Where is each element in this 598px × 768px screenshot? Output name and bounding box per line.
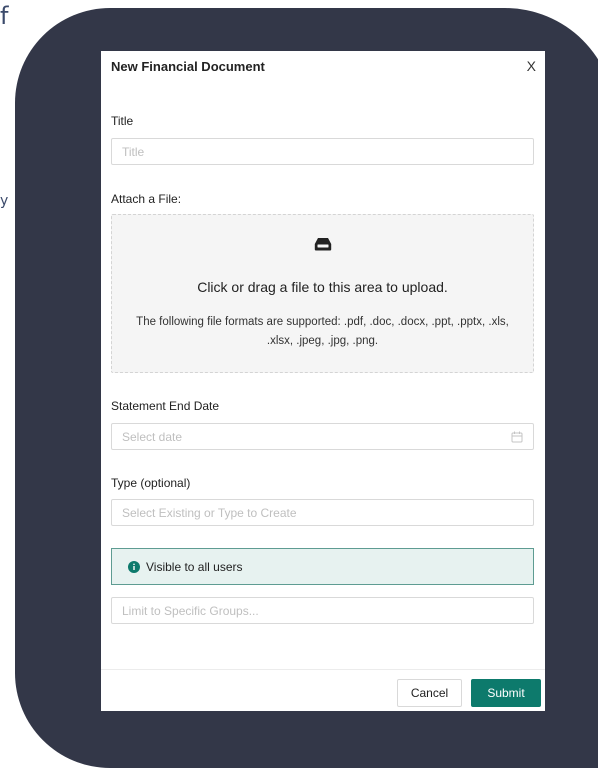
- cancel-button[interactable]: Cancel: [397, 679, 462, 707]
- modal-title: New Financial Document: [111, 59, 265, 74]
- close-button[interactable]: X: [527, 58, 536, 74]
- statement-end-date-label: Statement End Date: [111, 399, 220, 413]
- visibility-notice: Visible to all users: [111, 548, 534, 585]
- upload-instruction: Click or drag a file to this area to upl…: [197, 279, 448, 295]
- type-label: Type (optional): [111, 476, 191, 490]
- title-label: Title: [111, 114, 134, 128]
- calendar-icon: [511, 431, 523, 443]
- title-input[interactable]: Title: [111, 138, 534, 165]
- supported-formats-text: The following file formats are supported…: [136, 316, 509, 347]
- background-text-fragment: f: [0, 2, 9, 30]
- date-placeholder: Select date: [122, 430, 183, 444]
- file-upload-dropzone[interactable]: Click or drag a file to this area to upl…: [111, 214, 534, 373]
- inbox-icon: [314, 238, 332, 251]
- modal-header: New Financial Document X: [101, 51, 545, 81]
- info-circle-icon: [128, 561, 140, 573]
- limit-groups-select[interactable]: Limit to Specific Groups...: [111, 597, 534, 624]
- new-financial-document-dialog: New Financial Document X Title Title Att…: [101, 51, 545, 711]
- background-text-fragment: y: [0, 193, 9, 209]
- attach-file-label: Attach a File:: [111, 192, 182, 206]
- statement-end-date-picker[interactable]: Select date: [111, 423, 534, 450]
- visibility-notice-text: Visible to all users: [146, 560, 243, 574]
- type-select[interactable]: Select Existing or Type to Create: [111, 499, 534, 526]
- submit-button[interactable]: Submit: [471, 679, 541, 707]
- footer-divider: [101, 669, 545, 670]
